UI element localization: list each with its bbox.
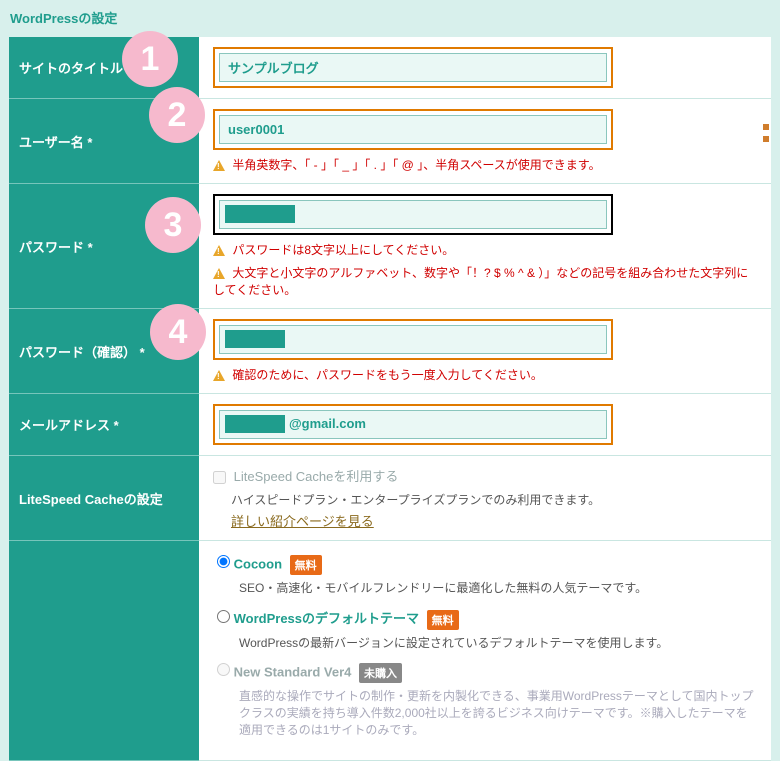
- litespeed-checkbox-label: LiteSpeed Cacheを利用する: [234, 469, 399, 484]
- settings-form: サイトのタイトル ユーザー名 * 半角英数字、「 - 」「 _ 」「 . 」「 …: [9, 37, 771, 761]
- theme-badge-cocoon: 無料: [290, 555, 322, 575]
- password-confirm-hint-text: 確認のために、パスワードをもう一度入力してください。: [232, 368, 543, 382]
- theme-badge-default: 無料: [427, 610, 459, 630]
- theme-option-cocoon: Cocoon 無料 SEO・高速化・モバイルフレンドリーに最適化した無料の人気テ…: [217, 555, 759, 596]
- password-hint-2-text: 大文字と小文字のアルファベット、数字や「！? $ % ^ & ）」などの記号を組…: [213, 266, 748, 297]
- field-password-confirm: 確認のために、パスワードをもう一度入力してください。: [199, 309, 771, 394]
- field-litespeed: LiteSpeed Cacheを利用する ハイスピードプラン・エンタープライズプ…: [199, 456, 771, 541]
- litespeed-checkbox[interactable]: [213, 471, 226, 484]
- warning-icon: [213, 370, 225, 381]
- page-title: WordPressの設定: [0, 0, 780, 33]
- password-input-wrap: [213, 194, 613, 235]
- marker-4: 4: [150, 304, 206, 360]
- password-confirm-redacted: [225, 330, 285, 348]
- username-input-wrap: [213, 109, 613, 150]
- field-site-title: [199, 37, 771, 99]
- email-redacted: [225, 415, 285, 433]
- username-hint: 半角英数字、「 - 」「 _ 」「 . 」「 @ 」、半角スペースが使用できます…: [213, 156, 759, 173]
- theme-radio-default[interactable]: [217, 610, 230, 623]
- site-title-input-wrap: [213, 47, 613, 88]
- field-username: 半角英数字、「 - 」「 _ 」「 . 」「 @ 」、半角スペースが使用できます…: [199, 99, 771, 184]
- email-input-wrap: @gmail.com: [213, 404, 613, 445]
- litespeed-link[interactable]: 詳しい紹介ページを見る: [231, 514, 374, 529]
- username-input[interactable]: [219, 115, 607, 144]
- theme-desc-newstandard: 直感的な操作でサイトの制作・更新を内製化できる、事業用WordPressテーマと…: [239, 687, 759, 738]
- password-confirm-hint: 確認のために、パスワードをもう一度入力してください。: [213, 366, 759, 383]
- litespeed-desc: ハイスピードプラン・エンタープライズプランでのみ利用できます。: [231, 491, 759, 508]
- username-hint-text: 半角英数字、「 - 」「 _ 」「 . 」「 @ 」、半角スペースが使用できます…: [232, 158, 600, 172]
- warning-icon: [213, 245, 225, 256]
- password-redacted: [225, 205, 295, 223]
- theme-label-default[interactable]: WordPressのデフォルトテーマ: [234, 611, 419, 626]
- label-theme: [9, 541, 199, 761]
- theme-radio-cocoon[interactable]: [217, 555, 230, 568]
- password-hint-1-text: パスワードは8文字以上にしてください。: [232, 243, 454, 257]
- warning-icon: [213, 268, 225, 279]
- password-hint-2: 大文字と小文字のアルファベット、数字や「！? $ % ^ & ）」などの記号を組…: [213, 264, 759, 298]
- marker-2: 2: [149, 87, 205, 143]
- password-confirm-input-wrap: [213, 319, 613, 360]
- theme-desc-cocoon: SEO・高速化・モバイルフレンドリーに最適化した無料の人気テーマです。: [239, 579, 759, 596]
- label-email: メールアドレス *: [9, 394, 199, 456]
- theme-badge-newstandard: 未購入: [359, 663, 402, 683]
- warning-icon: [213, 160, 225, 171]
- field-email: @gmail.com: [199, 394, 771, 456]
- field-theme: Cocoon 無料 SEO・高速化・モバイルフレンドリーに最適化した無料の人気テ…: [199, 541, 771, 761]
- password-hint-1: パスワードは8文字以上にしてください。: [213, 241, 759, 258]
- field-password: パスワードは8文字以上にしてください。 大文字と小文字のアルファベット、数字や「…: [199, 184, 771, 309]
- theme-radio-newstandard[interactable]: [217, 663, 230, 676]
- theme-desc-default: WordPressの最新バージョンに設定されているデフォルトテーマを使用します。: [239, 634, 759, 651]
- site-title-input[interactable]: [219, 53, 607, 82]
- edge-dots: [756, 118, 776, 148]
- theme-label-newstandard: New Standard Ver4: [234, 664, 352, 679]
- marker-1: 1: [122, 31, 178, 87]
- litespeed-checkbox-row: LiteSpeed Cacheを利用する: [213, 466, 759, 485]
- marker-3: 3: [145, 197, 201, 253]
- label-litespeed: LiteSpeed Cacheの設定: [9, 456, 199, 541]
- theme-option-default: WordPressのデフォルトテーマ 無料 WordPressの最新バージョンに…: [217, 608, 759, 651]
- theme-label-cocoon[interactable]: Cocoon: [234, 556, 282, 571]
- email-suffix: @gmail.com: [289, 416, 366, 431]
- theme-option-newstandard: New Standard Ver4 未購入 直感的な操作でサイトの制作・更新を内…: [217, 663, 759, 738]
